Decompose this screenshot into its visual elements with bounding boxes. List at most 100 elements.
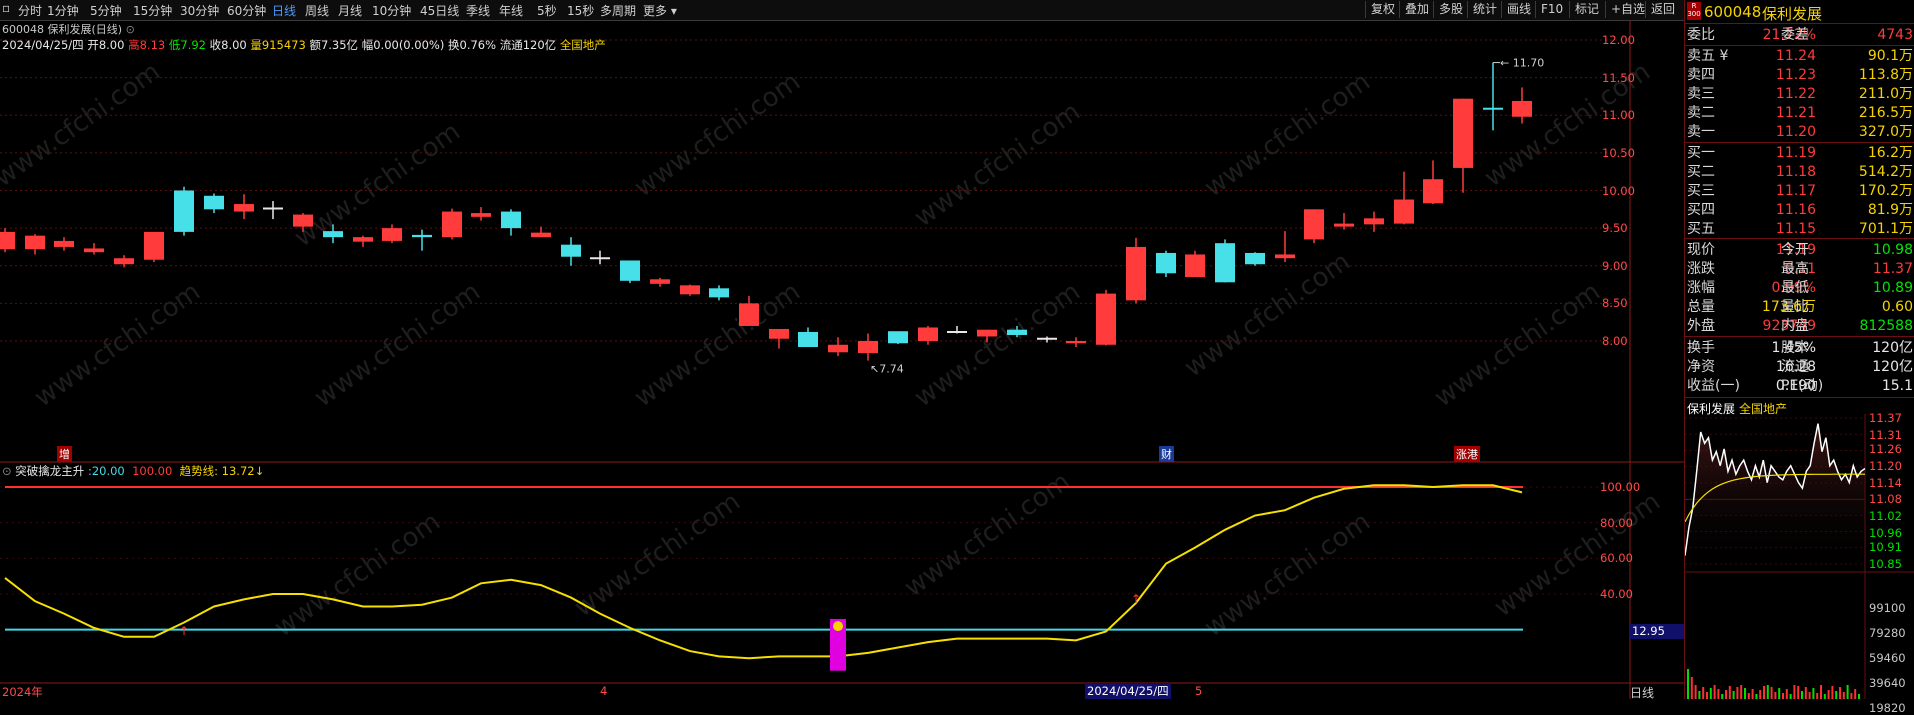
mini-price-tick: 11.02 — [1869, 509, 1902, 524]
tab-weekly[interactable]: 周线 — [305, 2, 329, 19]
candle-body — [0, 231, 15, 250]
mini-volume-tick: 19820 — [1869, 701, 1906, 715]
mini-volume-bar — [1709, 688, 1712, 699]
kline-chart[interactable]: ← 11.70 ↖7.74 ↑ ↑ — [0, 20, 1684, 699]
sector-label[interactable]: 全国地产 — [560, 38, 606, 52]
mini-volume-bar — [1687, 669, 1689, 699]
tab-quarterly[interactable]: 季线 — [466, 2, 490, 19]
candle-body — [828, 344, 848, 353]
bid-row: 买四 11.16 81.9万 — [1687, 202, 1913, 218]
marker-zeng[interactable]: 增 — [57, 446, 72, 462]
quote-code: 600048 — [1704, 3, 1762, 21]
candle-body — [1453, 98, 1473, 168]
mark-button[interactable]: 标记 — [1569, 1, 1604, 18]
tab-daily[interactable]: 日线 — [272, 2, 296, 19]
f10-button[interactable]: F10 — [1535, 1, 1568, 18]
candle-body — [650, 279, 670, 284]
candle-body — [918, 327, 938, 341]
tab-5sec[interactable]: 5秒 — [537, 2, 557, 19]
mini-volume-bar — [1858, 694, 1860, 699]
mini-price-tick: 11.31 — [1869, 427, 1902, 442]
tab-more[interactable]: 更多 ▾ — [643, 2, 677, 19]
mini-volume-bar — [1774, 692, 1777, 699]
ask-row: 卖三 11.22 211.0万 — [1687, 86, 1913, 102]
min-price-label: ↖7.74 — [870, 363, 904, 376]
mini-volume-bar — [1839, 687, 1841, 699]
tab-fenshi[interactable]: 分时 — [18, 2, 42, 19]
stat-row: 涨幅 0.99% 最低 10.89 — [1687, 280, 1913, 296]
indicator-name[interactable]: 突破擒龙主升 — [15, 464, 84, 478]
buy-arrow: ↑ — [1131, 592, 1141, 606]
quote-panel: R 300 600048 保利发展 委比 21.72% 委差 4743 卖五 ¥1… — [1684, 0, 1914, 715]
candle-body — [1066, 341, 1086, 344]
indicator-tick-label: 100.00 — [1600, 480, 1641, 494]
price-tick-label: 11.50 — [1602, 70, 1635, 85]
price-tick-label: 9.50 — [1602, 221, 1628, 236]
open-value: 8.00 — [98, 38, 125, 52]
candle-body — [1126, 246, 1146, 301]
tab-10min[interactable]: 10分钟 — [372, 2, 411, 19]
indicator-val1: 20.00 — [91, 464, 125, 478]
candle-body — [1245, 252, 1265, 265]
candle-body — [680, 285, 700, 295]
indicator-settings-icon[interactable]: ⊙ — [2, 464, 12, 478]
tab-multi-period[interactable]: 多周期 — [600, 2, 636, 19]
mini-volume-bar — [1751, 689, 1754, 699]
chart-title-row: 600048 保利发展(日线) ⊙ — [2, 21, 135, 37]
stat-row: 涨跌 0.11 最高 11.37 — [1687, 261, 1913, 277]
tab-15min[interactable]: 15分钟 — [133, 2, 172, 19]
menu-icon[interactable]: ▫ — [2, 1, 10, 15]
multi-stock-button[interactable]: 多股 — [1433, 1, 1468, 18]
mini-volume-bar — [1736, 687, 1739, 699]
mini-volume-bar — [1827, 690, 1830, 699]
indicator-tick-label: 60.00 — [1600, 551, 1633, 566]
mini-volume-bar — [1706, 692, 1708, 699]
stats-button[interactable]: 统计 — [1467, 1, 1502, 18]
mini-volume-bar — [1713, 685, 1716, 699]
period-toolbar: ▫ 分时 1分钟 5分钟 15分钟 30分钟 60分钟 日线 周线 月线 10分… — [0, 0, 1684, 21]
tab-5min[interactable]: 5分钟 — [90, 2, 122, 19]
stat2-row: 净资 16.28 流通 120亿 — [1687, 359, 1913, 375]
trend-line — [4, 484, 1523, 660]
mini-volume-tick: 39640 — [1869, 676, 1906, 690]
tab-60min[interactable]: 60分钟 — [227, 2, 266, 19]
stat2-row: 换手 1.45% 股本 120亿 — [1687, 340, 1913, 356]
marker-cai[interactable]: 财 — [1159, 446, 1174, 462]
tab-yearly[interactable]: 年线 — [499, 2, 523, 19]
tab-monthly[interactable]: 月线 — [338, 2, 362, 19]
low-value: 7.92 — [180, 38, 206, 52]
bid-row: 买二 11.18 514.2万 — [1687, 164, 1913, 180]
mini-volume-bar — [1820, 685, 1822, 699]
mini-price-tick: 11.37 — [1869, 411, 1902, 425]
candle-body — [1156, 252, 1176, 274]
mini-price-tick: 10.85 — [1869, 557, 1902, 571]
trend-value: 13.72↓ — [221, 464, 265, 478]
candle-body — [531, 232, 551, 238]
overlay-button[interactable]: 叠加 — [1399, 1, 1434, 18]
mini-volume-bar — [1816, 693, 1819, 699]
period-label[interactable]: 日线 — [1630, 684, 1654, 701]
mini-volume-bar — [1747, 693, 1750, 699]
high-value: 8.13 — [139, 38, 166, 52]
mini-volume-bar — [1778, 688, 1781, 699]
mini-price-tick: 10.91 — [1869, 540, 1902, 555]
add-watchlist-button[interactable]: +自选 — [1605, 1, 1650, 18]
back-button[interactable]: 返回 — [1645, 1, 1680, 18]
mini-volume-bar — [1732, 691, 1735, 699]
mini-volume-bar — [1812, 688, 1815, 699]
mini-volume-bar — [1694, 685, 1697, 699]
marker-zhanggang[interactable]: 涨港 — [1454, 446, 1480, 462]
settings-icon[interactable]: ⊙ — [126, 23, 135, 36]
candle-body — [888, 331, 908, 344]
fuquan-button[interactable]: 复权 — [1365, 1, 1400, 18]
tab-15sec[interactable]: 15秒 — [567, 2, 594, 19]
tab-1min[interactable]: 1分钟 — [47, 2, 79, 19]
tab-45day[interactable]: 45日线 — [420, 2, 459, 19]
tab-30min[interactable]: 30分钟 — [180, 2, 219, 19]
indicator-current-badge: 12.95 — [1630, 624, 1684, 639]
mini-volume-bar — [1793, 685, 1796, 699]
mini-price-tick: 11.20 — [1869, 458, 1902, 473]
x-label-may: 5 — [1195, 684, 1203, 698]
draw-line-button[interactable]: 画线 — [1501, 1, 1536, 18]
mini-volume-bar — [1755, 694, 1758, 699]
